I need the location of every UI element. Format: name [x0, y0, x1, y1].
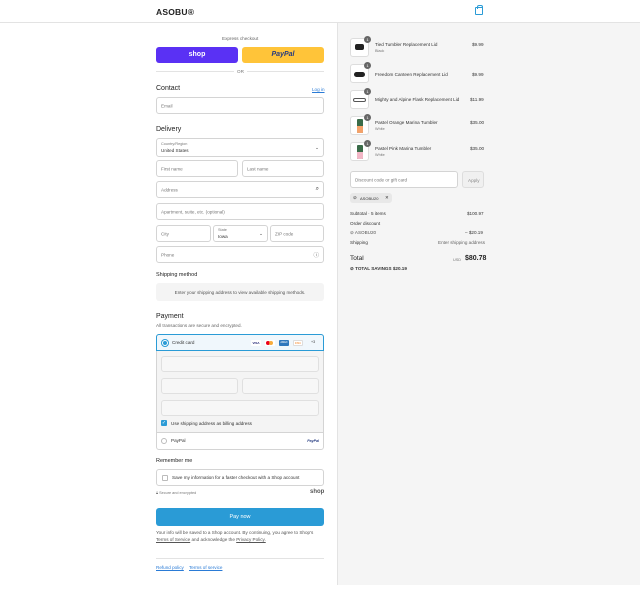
item-price: $9.99: [472, 72, 484, 77]
save-info-checkbox[interactable]: [162, 475, 168, 481]
subtotal-value: $100.97: [467, 211, 484, 216]
lid-image: [355, 44, 364, 50]
paypal-option[interactable]: PayPal PayPal: [157, 432, 323, 449]
item-price: $35.00: [470, 146, 485, 151]
card-fields-panel: ✓ Use shipping address as billing addres…: [157, 351, 323, 432]
delivery-heading: Delivery: [156, 126, 182, 133]
legal-text: Your info will be saved to a Shop accoun…: [156, 530, 314, 542]
express-checkout-title: Express checkout: [222, 36, 259, 41]
qty-badge: 1: [364, 62, 371, 69]
product-thumbnail: 1: [350, 114, 371, 135]
refund-policy-link[interactable]: Refund policy: [156, 565, 184, 570]
product-thumbnail: 1: [350, 140, 371, 161]
shipping-method-heading: Shipping method: [156, 272, 198, 278]
discount-code-line: ⊘ ASOBU20: [350, 230, 377, 235]
item-name: Pastel Pink Marina Tumbler: [375, 146, 432, 151]
item-variant: White: [375, 153, 385, 157]
contact-heading: Contact: [156, 85, 181, 92]
item-name: Mighty and Alpine Flask Replacement Lid: [375, 97, 460, 102]
paypal-radio[interactable]: [161, 438, 167, 444]
lid-image: [354, 72, 365, 77]
brand-logo[interactable]: ASOBU®: [156, 7, 194, 17]
item-price: $35.00: [470, 120, 485, 125]
tag-icon: ⊘: [353, 195, 357, 200]
subtotal-label: Subtotal · 5 items: [350, 211, 386, 216]
total-value: $80.78: [465, 255, 487, 262]
terms-link[interactable]: Terms of service: [189, 565, 222, 570]
remember-heading: Remember me: [156, 458, 193, 464]
zip-input[interactable]: ZIP code: [270, 225, 324, 242]
currency-label: USD: [453, 258, 462, 262]
item-variant: Black: [375, 49, 385, 53]
tos-link[interactable]: Terms of Service: [156, 537, 190, 542]
credit-card-option[interactable]: Credit card VISA AMEX DISC +3: [156, 334, 324, 351]
item-price: $9.99: [472, 42, 484, 47]
item-variant: White: [375, 127, 385, 131]
apartment-input[interactable]: Apartment, suite, etc. (optional): [156, 203, 324, 220]
remove-discount-icon[interactable]: ✕: [385, 195, 389, 201]
security-code-input[interactable]: [242, 378, 319, 394]
discount-value: – $20.19: [465, 230, 483, 235]
privacy-link[interactable]: Privacy Policy.: [236, 537, 266, 542]
credit-card-radio[interactable]: [162, 340, 168, 346]
last-name-input[interactable]: Last name: [242, 160, 324, 177]
qty-badge: 1: [364, 140, 371, 147]
phone-input[interactable]: Phone ⓘ: [156, 246, 324, 263]
total-savings: ⊘ TOTAL SAVINGS $20.19: [350, 266, 407, 271]
chevron-down-icon: ⌄: [259, 231, 263, 236]
qty-badge: 1: [364, 36, 371, 43]
paypal-button[interactable]: PayPal: [242, 47, 324, 63]
qty-badge: 1: [364, 88, 371, 95]
product-thumbnail: 1: [350, 36, 371, 57]
order-discount-label: Order discount: [350, 221, 381, 226]
item-name: Freedom Canteen Replacement Lid: [375, 72, 448, 77]
total-label: Total: [350, 255, 364, 262]
order-summary-panel: [337, 23, 640, 585]
payment-heading: Payment: [156, 313, 184, 320]
address-input[interactable]: Address ⌕: [156, 181, 324, 198]
amex-icon: AMEX: [279, 340, 289, 346]
shipping-value: Enter shipping address: [438, 240, 485, 245]
shop-pay-button[interactable]: shop: [156, 47, 238, 63]
header: ASOBU®: [0, 0, 640, 23]
more-cards-badge: +3: [311, 340, 316, 344]
qty-badge: 1: [364, 114, 371, 121]
expiration-input[interactable]: [161, 378, 238, 394]
search-icon: ⌕: [315, 186, 319, 192]
secure-note: 🔒︎ Secure and encrypted: [156, 491, 197, 495]
item-price: $11.99: [470, 97, 484, 102]
shop-logo: shop: [310, 489, 325, 495]
city-input[interactable]: City: [156, 225, 211, 242]
paypal-logo: PayPal: [307, 439, 319, 443]
discover-icon: DISC: [293, 340, 303, 346]
pay-now-button[interactable]: Pay now: [156, 508, 324, 526]
item-name: Pastel Orange Marina Tumbler: [375, 120, 438, 125]
product-thumbnail: 1: [350, 88, 371, 109]
shopping-bag-icon[interactable]: [475, 5, 483, 15]
country-select[interactable]: Country/Region United States ⌄: [156, 138, 324, 157]
first-name-input[interactable]: First name: [156, 160, 238, 177]
state-select[interactable]: State Iowa ⌄: [213, 225, 268, 242]
product-thumbnail: 1: [350, 62, 371, 83]
payment-subtitle: All transactions are secure and encrypte…: [156, 323, 242, 328]
save-info-option[interactable]: Save my information for a faster checkou…: [156, 469, 324, 486]
or-separator: OR: [234, 69, 247, 74]
discount-code-input[interactable]: Discount code or gift card: [350, 171, 458, 188]
email-input[interactable]: Email: [156, 97, 324, 114]
shipping-notice: Enter your shipping address to view avai…: [156, 283, 324, 301]
item-name: Tied Tumbler Replacement Lid: [375, 42, 438, 47]
name-on-card-input[interactable]: [161, 400, 319, 416]
login-link[interactable]: Log in: [312, 87, 325, 92]
discount-tag: ⊘ ASOBU20 ✕: [350, 193, 392, 203]
chevron-down-icon: ⌄: [315, 145, 319, 150]
lid-image: [353, 98, 366, 102]
help-icon[interactable]: ⓘ: [313, 251, 319, 259]
visa-icon: VISA: [251, 340, 261, 346]
apply-button[interactable]: Apply: [462, 171, 484, 188]
billing-checkbox[interactable]: ✓: [161, 420, 167, 426]
mastercard-icon: [265, 340, 275, 346]
shipping-label: Shipping: [350, 240, 368, 245]
footer-divider: [156, 558, 324, 559]
card-number-input[interactable]: [161, 356, 319, 372]
